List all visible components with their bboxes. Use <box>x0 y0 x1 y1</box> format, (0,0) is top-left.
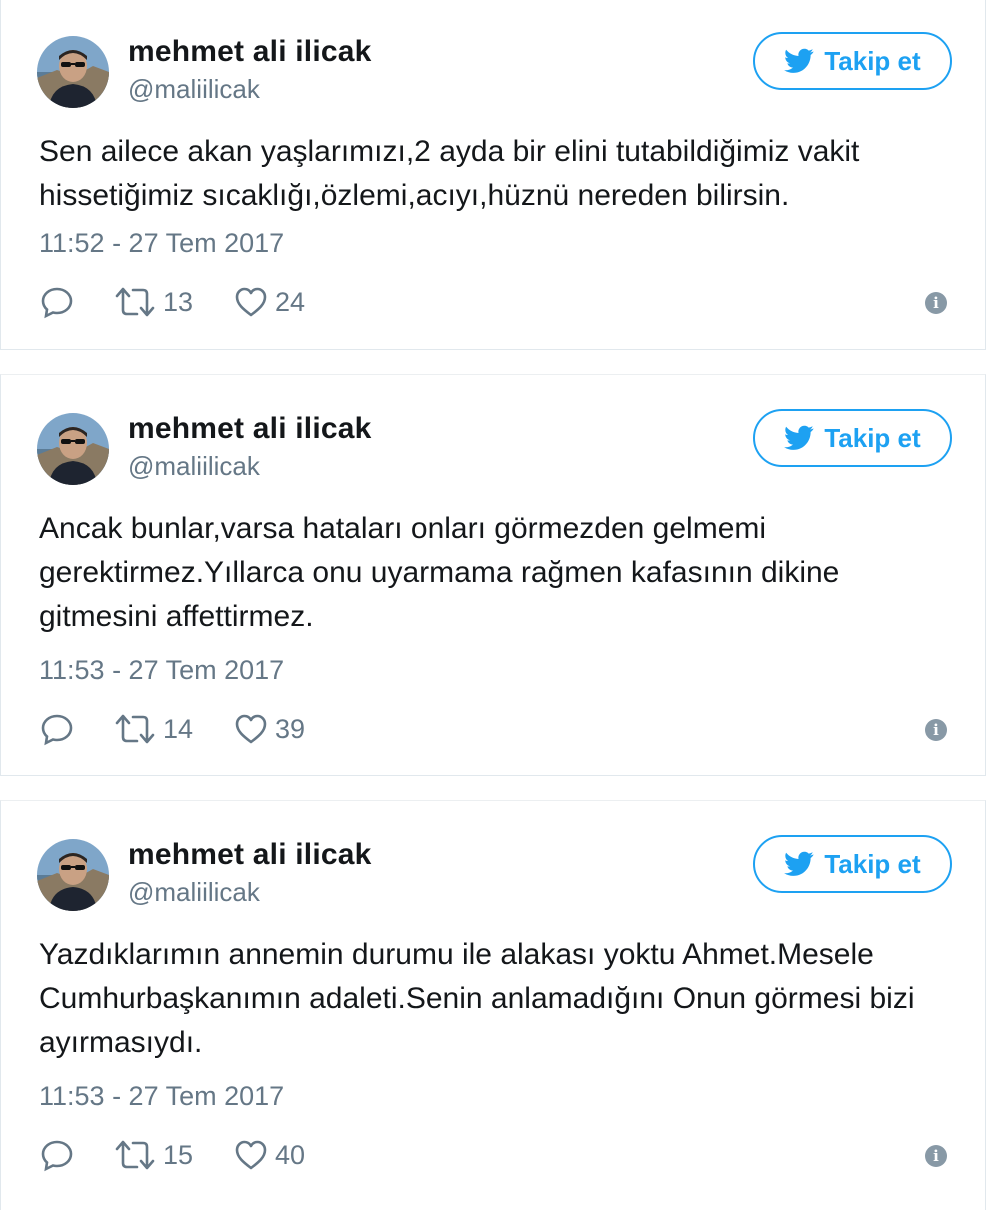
like-count: 40 <box>275 1139 306 1170</box>
author-name[interactable]: mehmet ali ilicak <box>128 838 372 872</box>
twitter-bird-icon <box>784 48 814 73</box>
like-button[interactable]: 24 <box>233 282 305 322</box>
like-count: 39 <box>275 713 306 744</box>
tweet-text: Ancak bunlar,varsa hataları onları görme… <box>39 512 840 633</box>
info-icon[interactable]: i <box>925 1145 947 1167</box>
tweet-timestamp[interactable]: 11:53 - 27 Tem 2017 <box>39 1081 284 1112</box>
author-handle[interactable]: @maliilicak <box>128 877 260 908</box>
reply-icon <box>41 714 73 746</box>
retweet-icon <box>115 1140 155 1170</box>
like-button[interactable]: 40 <box>233 1135 305 1175</box>
follow-button[interactable]: Takip et <box>753 409 952 467</box>
tweet-text: Sen ailece akan yaşlarımızı,2 ayda bir e… <box>39 135 860 212</box>
author-handle[interactable]: @maliilicak <box>128 74 260 105</box>
follow-label: Takip et <box>824 422 921 453</box>
tweet-actions: 13 24 i <box>39 282 959 322</box>
twitter-bird-icon <box>784 425 814 450</box>
retweet-count: 14 <box>163 713 194 744</box>
avatar[interactable] <box>37 36 109 108</box>
author-name[interactable]: mehmet ali ilicak <box>128 412 372 446</box>
like-button[interactable]: 39 <box>233 709 305 749</box>
avatar[interactable] <box>37 839 109 911</box>
tweet-actions: 15 40 i <box>39 1135 959 1175</box>
author-handle[interactable]: @maliilicak <box>128 451 260 482</box>
retweet-button[interactable]: 14 <box>113 709 193 749</box>
follow-button[interactable]: Takip et <box>753 835 952 893</box>
info-icon[interactable]: i <box>925 292 947 314</box>
tweet-actions: 14 39 i <box>39 709 959 749</box>
reply-icon <box>41 287 73 319</box>
reply-button[interactable] <box>39 282 75 322</box>
follow-label: Takip et <box>824 848 921 879</box>
reply-icon <box>41 1140 73 1172</box>
tweet-timestamp[interactable]: 11:52 - 27 Tem 2017 <box>39 228 284 259</box>
reply-button[interactable] <box>39 709 75 749</box>
retweet-button[interactable]: 13 <box>113 282 193 322</box>
retweet-count: 15 <box>163 1139 194 1170</box>
retweet-icon <box>115 714 155 744</box>
info-icon[interactable]: i <box>925 719 947 741</box>
tweet-card: mehmet ali ilicak @maliilicak Takip et A… <box>0 374 986 776</box>
heart-icon <box>235 714 267 744</box>
heart-icon <box>235 1140 267 1170</box>
tweet-timestamp[interactable]: 11:53 - 27 Tem 2017 <box>39 655 284 686</box>
twitter-bird-icon <box>784 851 814 876</box>
follow-label: Takip et <box>824 45 921 76</box>
follow-button[interactable]: Takip et <box>753 32 952 90</box>
retweet-count: 13 <box>163 286 194 317</box>
retweet-icon <box>115 287 155 317</box>
tweet-card: mehmet ali ilicak @maliilicak Takip et S… <box>0 0 986 350</box>
reply-button[interactable] <box>39 1135 75 1175</box>
retweet-button[interactable]: 15 <box>113 1135 193 1175</box>
heart-icon <box>235 287 267 317</box>
tweet-text: Yazdıklarımın annemin durumu ile alakası… <box>39 938 915 1059</box>
like-count: 24 <box>275 286 306 317</box>
tweet-card: mehmet ali ilicak @maliilicak Takip et Y… <box>0 800 986 1210</box>
author-name[interactable]: mehmet ali ilicak <box>128 35 372 69</box>
avatar[interactable] <box>37 413 109 485</box>
